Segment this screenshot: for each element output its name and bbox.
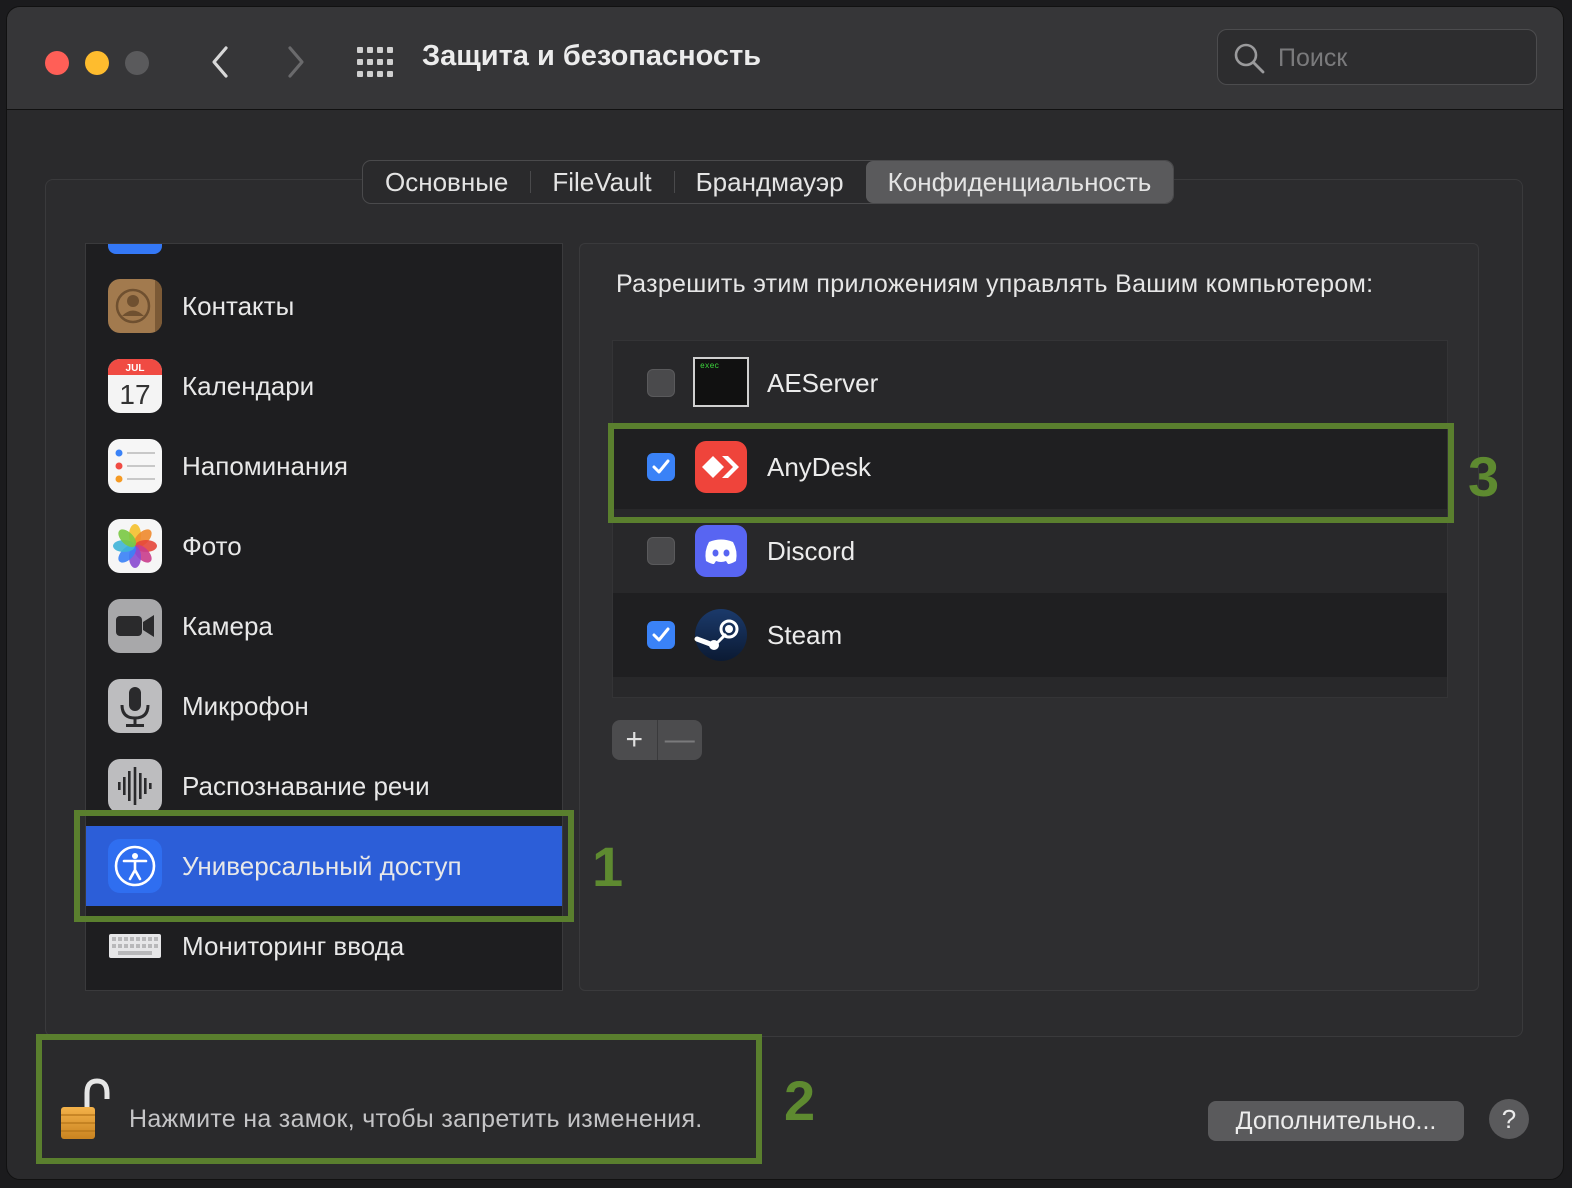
add-app-button[interactable]: +: [612, 720, 657, 760]
empty-row: [613, 677, 1447, 697]
app-row-aeserver[interactable]: exec AEServer: [613, 341, 1447, 425]
discord-checkbox[interactable]: [647, 537, 675, 565]
annotation-box-2: [36, 1034, 762, 1164]
tab-general[interactable]: Основные: [363, 161, 530, 203]
grid-icon: [357, 47, 393, 77]
chevron-right-icon: [288, 46, 304, 78]
help-button[interactable]: ?: [1489, 1099, 1529, 1139]
sidebar-item-photos[interactable]: Фото: [86, 506, 562, 586]
pane-heading: Разрешить этим приложениям управлять Ваш…: [616, 270, 1374, 298]
sidebar-item-label: Напоминания: [182, 451, 348, 481]
show-all-button[interactable]: [355, 45, 395, 79]
sidebar-item-label: Камера: [182, 611, 273, 641]
sidebar-item-camera[interactable]: Камера: [86, 586, 562, 666]
sidebar-item-label: Микрофон: [182, 691, 309, 721]
remove-app-button[interactable]: —: [656, 720, 703, 760]
sidebar-item-reminders[interactable]: Напоминания: [86, 426, 562, 506]
terminal-exec-icon: exec: [693, 355, 749, 411]
tab-filevault[interactable]: FileVault: [530, 161, 673, 203]
steam-checkbox[interactable]: [647, 621, 675, 649]
sidebar-item-calendars[interactable]: JUL 17 Календари: [86, 346, 562, 426]
app-row-steam[interactable]: Steam: [613, 593, 1447, 677]
sidebar-item-label: Контакты: [182, 291, 295, 321]
aeserver-checkbox[interactable]: [647, 369, 675, 397]
tab-privacy[interactable]: Конфиденциальность: [865, 161, 1174, 203]
search-input[interactable]: [1276, 40, 1520, 76]
chevron-left-icon: [212, 46, 228, 78]
accessibility-pane: Разрешить этим приложениям управлять Ваш…: [579, 243, 1479, 991]
forward-button[interactable]: [275, 39, 315, 85]
annotation-number-1: 1: [592, 835, 624, 898]
tab-firewall[interactable]: Брандмауэр: [673, 161, 866, 203]
partial-item-icon: [108, 244, 162, 254]
tab-bar: Основные FileVault Брандмауэр Конфиденци…: [362, 160, 1175, 204]
microphone-icon: [108, 679, 162, 733]
title-bar: Защита и безопасность: [7, 7, 1563, 110]
app-label: Steam: [767, 620, 843, 650]
photos-icon: [108, 519, 162, 573]
close-button[interactable]: [45, 51, 69, 75]
keyboard-icon: [108, 919, 162, 973]
sidebar-item-contacts[interactable]: Контакты: [86, 266, 562, 346]
minimize-button[interactable]: [85, 51, 109, 75]
camera-icon: [108, 599, 162, 653]
app-label: AEServer: [767, 368, 879, 398]
zoom-button[interactable]: [125, 51, 149, 75]
annotation-number-2: 2: [784, 1069, 816, 1132]
sidebar-item-label: Календари: [182, 371, 315, 401]
advanced-button[interactable]: Дополнительно...: [1208, 1101, 1464, 1141]
steam-icon: [693, 607, 749, 663]
contacts-icon: [108, 279, 162, 333]
search-icon: [1234, 43, 1265, 74]
annotation-box-3: [608, 423, 1454, 523]
sidebar-item-label: Фото: [182, 531, 242, 561]
back-button[interactable]: [201, 39, 241, 85]
checkmark-icon: [652, 627, 670, 642]
svg-text:exec: exec: [700, 362, 719, 371]
calendar-icon: JUL 17: [108, 359, 162, 413]
annotation-number-3: 3: [1468, 445, 1500, 508]
preferences-window: Защита и безопасность Основные FileVault…: [6, 6, 1564, 1180]
annotation-box-1: [74, 810, 574, 922]
window-title: Защита и безопасность: [422, 40, 762, 72]
discord-icon: [693, 523, 749, 579]
svg-text:JUL: JUL: [126, 363, 145, 374]
add-remove-control: + —: [612, 720, 702, 760]
svg-text:17: 17: [119, 379, 150, 410]
speech-recognition-icon: [108, 759, 162, 813]
sidebar-item-microphone[interactable]: Микрофон: [86, 666, 562, 746]
search-field[interactable]: [1217, 29, 1537, 85]
reminders-icon: [108, 439, 162, 493]
